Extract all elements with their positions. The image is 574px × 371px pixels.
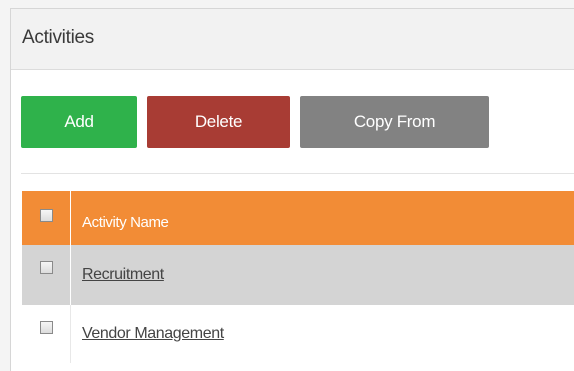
add-button[interactable]: Add (21, 96, 137, 148)
activities-table: Activity Name Recruitment Vendor Managem… (22, 191, 574, 363)
page-title: Activities (22, 26, 94, 48)
table-header-row: Activity Name (22, 191, 574, 245)
row-checkbox[interactable] (39, 321, 53, 334)
copy-from-button[interactable]: Copy From (300, 96, 489, 148)
activities-panel: Activities Add Delete Copy From Activity… (10, 8, 574, 371)
table-row: Vendor Management (22, 305, 574, 363)
row-checkbox-cell (22, 245, 71, 305)
row-checkbox[interactable] (39, 261, 53, 274)
toolbar: Add Delete Copy From (21, 96, 489, 148)
table-row: Recruitment (22, 245, 574, 305)
header-checkbox-cell (22, 191, 71, 245)
divider (21, 173, 574, 174)
row-checkbox-cell (22, 305, 71, 363)
delete-button[interactable]: Delete (147, 96, 290, 148)
activity-name-cell: Recruitment (71, 245, 574, 305)
select-all-checkbox[interactable] (39, 209, 53, 222)
activity-name-cell: Vendor Management (71, 305, 574, 363)
activity-link[interactable]: Recruitment (82, 266, 164, 284)
activity-link[interactable]: Vendor Management (82, 325, 224, 343)
column-header-activity-name[interactable]: Activity Name (71, 191, 574, 245)
panel-header: Activities (11, 9, 574, 70)
